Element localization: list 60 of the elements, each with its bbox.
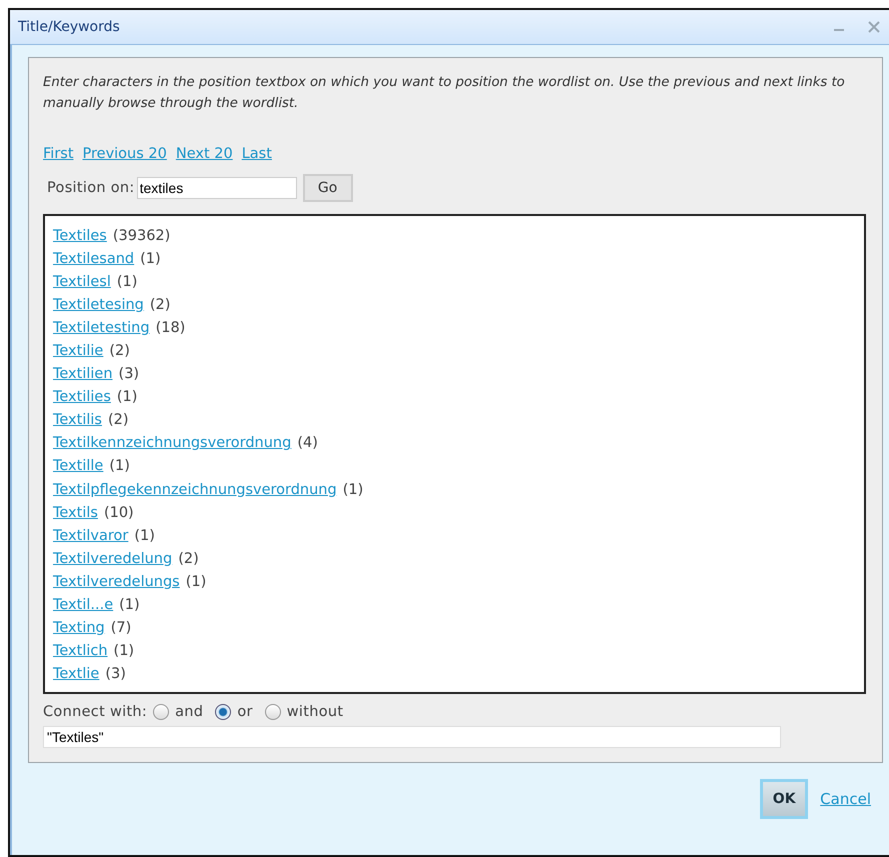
term-count: (7) — [110, 620, 132, 636]
position-field[interactable]: textiles — [136, 177, 297, 199]
term-count: (2) — [108, 412, 129, 428]
term-link[interactable]: Textiles — [53, 228, 107, 244]
term-count: (1) — [186, 574, 206, 590]
term-count: (1) — [116, 389, 138, 406]
term-link[interactable]: Textilis — [53, 412, 102, 428]
term-count: (2) — [150, 296, 170, 313]
term-link[interactable]: Textilesand — [53, 250, 134, 267]
term-link[interactable]: Textilpflegekennzeichnungsverordnung — [53, 482, 337, 498]
nav-link[interactable]: Next 20 — [176, 146, 233, 162]
term-link[interactable]: Textilesl — [53, 274, 111, 290]
term-link[interactable]: Textilvaror — [53, 528, 128, 544]
term-link[interactable]: Textilkennzeichnungsverordnung — [53, 435, 292, 452]
radio-button[interactable] — [264, 704, 281, 720]
term-count: (1) — [140, 250, 161, 267]
term-count: (4) — [297, 435, 318, 452]
term-link[interactable]: Textille — [53, 458, 104, 474]
connect-label: Connect with: — [43, 704, 148, 720]
radio-label: without — [286, 704, 344, 720]
term-link[interactable]: Textilien — [53, 366, 113, 382]
ok-button[interactable]: OK — [760, 779, 808, 819]
radio-label: and — [175, 704, 204, 720]
window-title: Title/Keywords — [18, 19, 121, 35]
term-link[interactable]: Textlie — [53, 666, 100, 682]
query-field[interactable]: "Textiles" — [43, 726, 781, 748]
term-count: (3) — [105, 666, 126, 682]
term-link[interactable]: Textilveredelungs — [53, 574, 180, 590]
term-count: (18) — [156, 320, 186, 336]
radio-label: or — [237, 704, 253, 720]
term-count: (2) — [109, 343, 130, 360]
nav-link[interactable]: First — [43, 146, 74, 162]
nav-link[interactable]: Previous 20 — [82, 146, 167, 162]
term-count: (1) — [342, 482, 364, 498]
term-count: (39362) — [112, 228, 170, 244]
close-icon[interactable] — [867, 20, 881, 34]
term-count: (3) — [118, 366, 140, 382]
term-link[interactable]: Textiletesting — [53, 320, 150, 336]
term-count: (1) — [116, 274, 138, 290]
term-count: (2) — [178, 550, 199, 567]
instructions-text: Enter characters in the position textbox on which you want to position the wordlist on. Use the previous and next links to manually browse through the wordlist. — [43, 74, 846, 113]
radio-button[interactable] — [153, 704, 170, 720]
term-link[interactable]: Textlich — [53, 643, 108, 660]
nav-link[interactable]: Last — [242, 146, 272, 162]
term-link[interactable]: Texting — [53, 620, 105, 636]
term-link[interactable]: Textiletesing — [53, 296, 144, 313]
term-count: (1) — [119, 597, 140, 614]
term-count: (10) — [104, 504, 134, 521]
term-link[interactable]: Textilies — [53, 389, 111, 406]
position-label: Position on: — [47, 180, 135, 196]
term-link[interactable]: Textils — [53, 504, 98, 521]
radio-button[interactable] — [215, 704, 232, 720]
cancel-link[interactable]: Cancel — [820, 790, 871, 808]
go-button[interactable]: Go — [302, 174, 353, 202]
term-link[interactable]: Textil...e — [53, 597, 114, 614]
term-link[interactable]: Textilie — [53, 343, 104, 360]
term-count: (1) — [109, 458, 130, 474]
term-link[interactable]: Textilveredelung — [53, 550, 172, 567]
term-count: (1) — [134, 528, 155, 544]
term-count: (1) — [114, 643, 134, 660]
